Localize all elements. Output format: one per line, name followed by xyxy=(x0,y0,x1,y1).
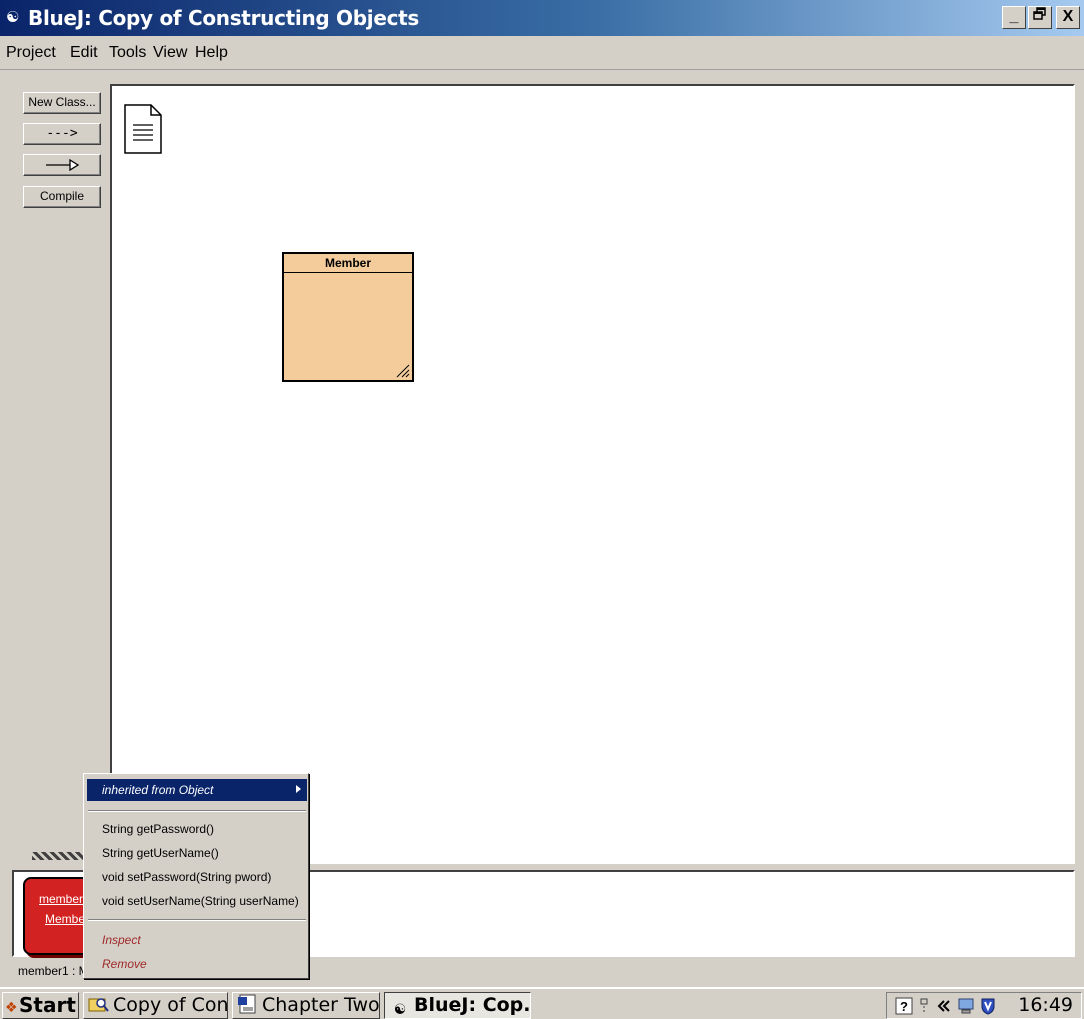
menu-separator xyxy=(88,919,306,921)
menu-view[interactable]: View xyxy=(153,44,187,62)
bluej-bird-icon: ☯ xyxy=(6,9,20,26)
taskbar: ❖Start Copy of Con... Chapter Two... ☯ Bl… xyxy=(0,987,1084,1019)
antivirus-shield-icon[interactable] xyxy=(979,997,997,1015)
class-member[interactable]: Member xyxy=(282,252,414,382)
inheritance-arrow-icon xyxy=(46,158,80,172)
inheritance-arrow-button[interactable] xyxy=(23,154,101,176)
restore-button[interactable] xyxy=(1028,6,1052,29)
menu-item-get-user-name[interactable]: String getUserName() xyxy=(102,846,219,860)
computer-icon[interactable] xyxy=(957,997,975,1015)
menu-item-label: inherited from Object xyxy=(102,783,214,797)
close-button[interactable]: X xyxy=(1056,6,1080,29)
taskbar-item-label: Chapter Two... xyxy=(262,994,380,1016)
folder-search-icon xyxy=(88,998,109,1012)
resize-handle-icon[interactable] xyxy=(394,362,410,378)
taskbar-item-copy-of-con[interactable]: Copy of Con... xyxy=(83,992,228,1019)
menu-item-inspect[interactable]: Inspect xyxy=(102,933,141,947)
network-icon[interactable] xyxy=(919,997,929,1015)
menu-project[interactable]: Project xyxy=(6,44,56,62)
menu-item-set-password[interactable]: void setPassword(String pword) xyxy=(102,870,271,884)
start-label: Start xyxy=(19,993,76,1017)
compile-button[interactable]: Compile xyxy=(23,186,101,208)
new-class-button[interactable]: New Class... xyxy=(23,92,101,114)
status-bar-text: member1 : M xyxy=(18,964,89,978)
menu-bar: Project Edit Tools View Help xyxy=(0,36,1084,70)
taskbar-item-chapter-two[interactable]: Chapter Two... xyxy=(232,992,380,1019)
menu-tools[interactable]: Tools xyxy=(109,44,146,62)
restore-icon xyxy=(1033,7,1046,20)
svg-text:?: ? xyxy=(900,999,908,1014)
windows-flag-icon: ❖ xyxy=(5,1000,18,1016)
object-context-menu: inherited from Object String getPassword… xyxy=(83,773,309,979)
object-type: Membe xyxy=(45,912,86,926)
menu-item-remove[interactable]: Remove xyxy=(102,957,147,971)
submenu-arrow-icon xyxy=(296,785,301,793)
taskbar-item-label: Copy of Con... xyxy=(113,994,228,1016)
readme-document-icon[interactable] xyxy=(123,103,163,155)
object-name: member xyxy=(39,892,84,906)
bluej-bird-icon: ☯ xyxy=(393,1002,407,1018)
menu-item-get-password[interactable]: String getPassword() xyxy=(102,822,214,836)
menu-help[interactable]: Help xyxy=(195,44,228,62)
splitter-grip[interactable] xyxy=(32,852,84,860)
taskbar-item-bluej[interactable]: ☯ BlueJ: Cop... xyxy=(384,992,531,1019)
minimize-button[interactable]: _ xyxy=(1002,6,1026,29)
menu-item-set-user-name[interactable]: void setUserName(String userName) xyxy=(102,894,299,908)
dependency-arrow-button[interactable]: ---> xyxy=(23,123,101,145)
window-title: BlueJ: Copy of Constructing Objects xyxy=(28,6,420,30)
menu-edit[interactable]: Edit xyxy=(70,44,98,62)
help-icon[interactable]: ? xyxy=(895,997,913,1015)
class-diagram-canvas[interactable] xyxy=(110,84,1075,864)
expand-tray-icon[interactable] xyxy=(935,997,953,1015)
word-document-icon xyxy=(238,994,256,1014)
menu-item-inherited-from-object[interactable]: inherited from Object xyxy=(87,779,307,801)
class-name: Member xyxy=(284,254,412,273)
taskbar-item-label: BlueJ: Cop... xyxy=(414,994,531,1016)
title-bar[interactable]: ☯ BlueJ: Copy of Constructing Objects _ … xyxy=(0,0,1084,36)
menu-separator xyxy=(88,810,306,812)
system-tray: ? 16:49 xyxy=(886,992,1082,1019)
start-button[interactable]: ❖Start xyxy=(2,992,79,1019)
taskbar-clock: 16:49 xyxy=(1018,994,1073,1016)
